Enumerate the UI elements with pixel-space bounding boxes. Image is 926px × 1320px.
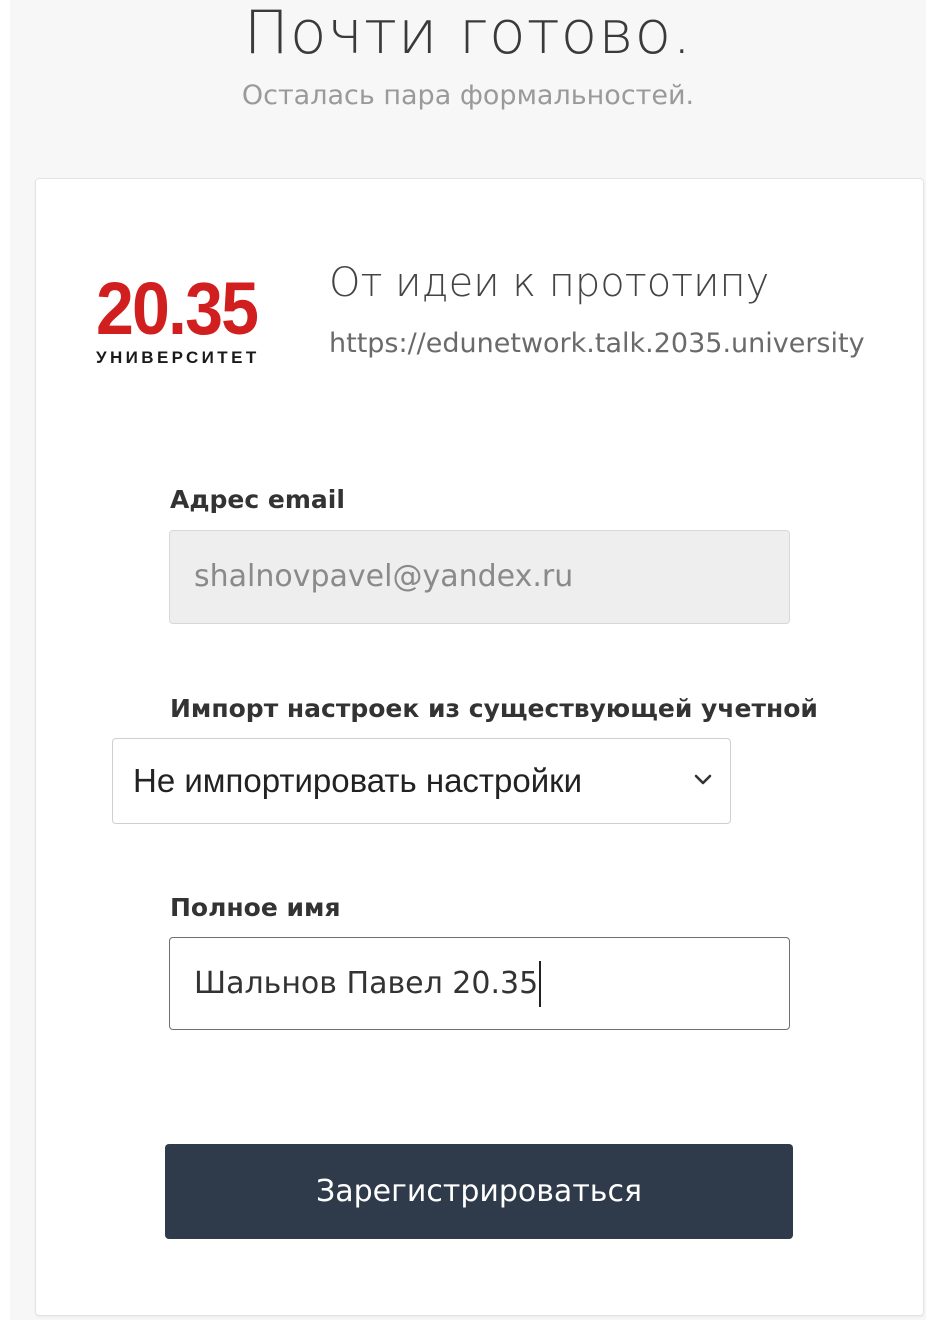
chevron-down-icon (694, 774, 712, 785)
logo-number: 20.35 (96, 267, 259, 350)
full-name-value: Шальнов Павел 20.35 (194, 965, 539, 1001)
logo-word: УНИВЕРСИТЕТ (96, 348, 260, 367)
university-logo: 20.35 УНИВЕРСИТЕТ (96, 272, 282, 368)
page-title: Почти готово. (243, 0, 693, 68)
import-settings-select[interactable]: Не импортировать настройки (112, 738, 731, 824)
page-subtitle: Осталась пара формальностей. (241, 80, 695, 111)
email-value: shalnovpavel@yandex.ru (194, 559, 574, 594)
import-selected-option: Не импортировать настройки (133, 762, 583, 799)
import-settings-label: Импорт настроек из существующей учетной (170, 694, 818, 723)
email-label: Адрес email (170, 485, 345, 514)
course-title: От идеи к прототипу (329, 260, 770, 306)
full-name-label: Полное имя (170, 893, 341, 922)
full-name-input[interactable]: Шальнов Павел 20.35 (169, 937, 790, 1030)
course-url: https://edunetwork.talk.2035.university (329, 328, 865, 359)
email-field[interactable]: shalnovpavel@yandex.ru (169, 530, 790, 624)
register-button[interactable]: Зарегистрироваться (165, 1144, 793, 1239)
text-caret (539, 960, 542, 1007)
